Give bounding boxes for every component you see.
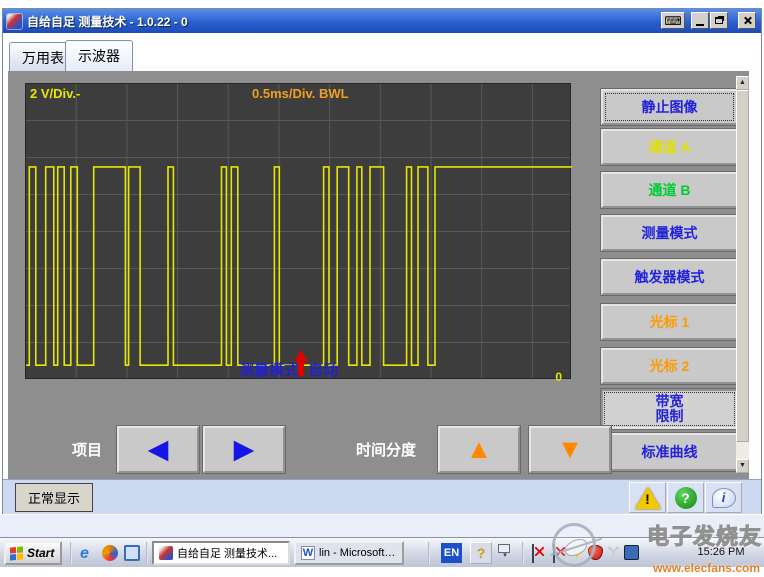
ground-marker: 0 (555, 370, 562, 384)
help-button[interactable]: ? (667, 482, 704, 513)
media-player-icon[interactable] (102, 545, 118, 561)
down-arrow-icon: ▼ (557, 436, 584, 463)
taskbar-separator (522, 542, 524, 564)
tab-oscilloscope[interactable]: 示波器 (65, 40, 133, 71)
warning-icon: ! (635, 487, 661, 509)
window-tray-icon[interactable]: ▾ (498, 544, 512, 560)
cursor-1-button[interactable]: 光标 1 (601, 304, 738, 340)
keyboard-button[interactable]: ⌨ (661, 12, 685, 29)
security-shield-icon[interactable] (588, 545, 603, 560)
scrollbar-down-icon[interactable]: ▼ (736, 459, 749, 473)
taskbar-clock[interactable]: 15:26 PM (686, 546, 756, 558)
right-arrow-icon: ▶ (234, 436, 255, 463)
timebase-down-button[interactable]: ▼ (529, 426, 611, 473)
trigger-arrow-icon (293, 346, 309, 378)
trigger-mode-button[interactable]: 触发器模式 (601, 259, 738, 295)
restore-button[interactable] (710, 12, 728, 29)
power-icon[interactable] (570, 545, 585, 560)
taskbar-separator (70, 542, 72, 564)
cursor-2-button[interactable]: 光标 2 (601, 348, 738, 384)
wireless-icon[interactable] (606, 545, 621, 560)
help-icon: ? (675, 487, 697, 509)
measure-mode-label: 测量模式: 自动 (239, 359, 338, 380)
tabstrip: 万用表 示波器 (3, 33, 761, 71)
display-mode-button[interactable]: 正常显示 (15, 483, 93, 512)
close-button[interactable] (738, 12, 756, 29)
timebase-label: 时间分度 (356, 439, 416, 460)
channel-a-button[interactable]: 通道 A (601, 129, 738, 165)
display-tray-icon[interactable] (624, 545, 639, 560)
channel-b-button[interactable]: 通道 B (601, 172, 738, 208)
freeze-image-button[interactable]: 静止图像 (601, 89, 738, 125)
warning-button[interactable]: ! (629, 482, 666, 513)
vertical-scrollbar[interactable]: ▲ ▼ (736, 76, 749, 473)
language-indicator[interactable]: EN (441, 543, 462, 563)
app-icon (7, 14, 22, 29)
network-offline-icon-2[interactable] (553, 544, 555, 563)
taskbar-separator (146, 542, 148, 564)
client-area: 2 V/Div.- 0.5ms/Div. BWL 测量模式: 自动 0 静止图像… (8, 71, 749, 479)
start-label: Start (27, 546, 54, 560)
measure-mode-button[interactable]: 测量模式 (601, 215, 738, 251)
network-offline-icon[interactable] (532, 544, 534, 563)
time-per-div-label: 0.5ms/Div. BWL (252, 86, 349, 101)
window-title: 自给自足 测量技术 - 1.0.22 - 0 (27, 13, 188, 30)
restore-icon (715, 17, 723, 24)
taskbar-separator (428, 542, 430, 564)
volts-per-div-label: 2 V/Div.- (30, 86, 80, 101)
question-tray-icon[interactable]: ? (470, 542, 492, 564)
bandwidth-limit-button[interactable]: 带宽 限制 (601, 389, 738, 429)
titlebar[interactable]: 自给自足 测量技术 - 1.0.22 - 0 ⌨ (3, 9, 761, 33)
statusbar: 正常显示 ! ? i (3, 479, 761, 514)
info-icon: i (712, 488, 736, 508)
waveform (26, 84, 572, 380)
minimize-button[interactable] (691, 12, 709, 29)
task-measure-app[interactable]: 自给自足 测量技术... (152, 541, 290, 565)
up-arrow-icon: ▲ (466, 436, 493, 463)
app-window: 自给自足 测量技术 - 1.0.22 - 0 ⌨ 万用表 示波器 2 V/Div… (2, 8, 762, 514)
internet-explorer-icon[interactable]: e (80, 545, 96, 561)
desktop (0, 515, 764, 537)
info-button[interactable]: i (705, 482, 742, 513)
oscilloscope-display: 2 V/Div.- 0.5ms/Div. BWL 测量模式: 自动 0 (25, 83, 571, 379)
show-desktop-icon[interactable] (124, 545, 140, 561)
item-label: 项目 (72, 439, 102, 460)
timebase-up-button[interactable]: ▲ (438, 426, 520, 473)
close-icon (743, 16, 752, 25)
windows-flag-icon (10, 546, 23, 560)
standard-curve-button[interactable]: 标准曲线 (601, 433, 738, 471)
left-arrow-icon: ◀ (148, 436, 169, 463)
minimize-icon (696, 24, 704, 26)
scrollbar-up-icon[interactable]: ▲ (736, 76, 749, 90)
task-word[interactable]: W lin - Microsoft Word (294, 541, 404, 565)
taskbar: Start e 自给自足 测量技术... W lin - Microsoft W… (0, 537, 764, 567)
word-icon: W (301, 546, 315, 560)
item-next-button[interactable]: ▶ (203, 426, 285, 473)
keyboard-icon: ⌨ (664, 14, 681, 28)
measure-app-icon (159, 546, 173, 560)
start-button[interactable]: Start (4, 541, 62, 565)
scrollbar-thumb[interactable] (736, 90, 749, 442)
item-prev-button[interactable]: ◀ (117, 426, 199, 473)
